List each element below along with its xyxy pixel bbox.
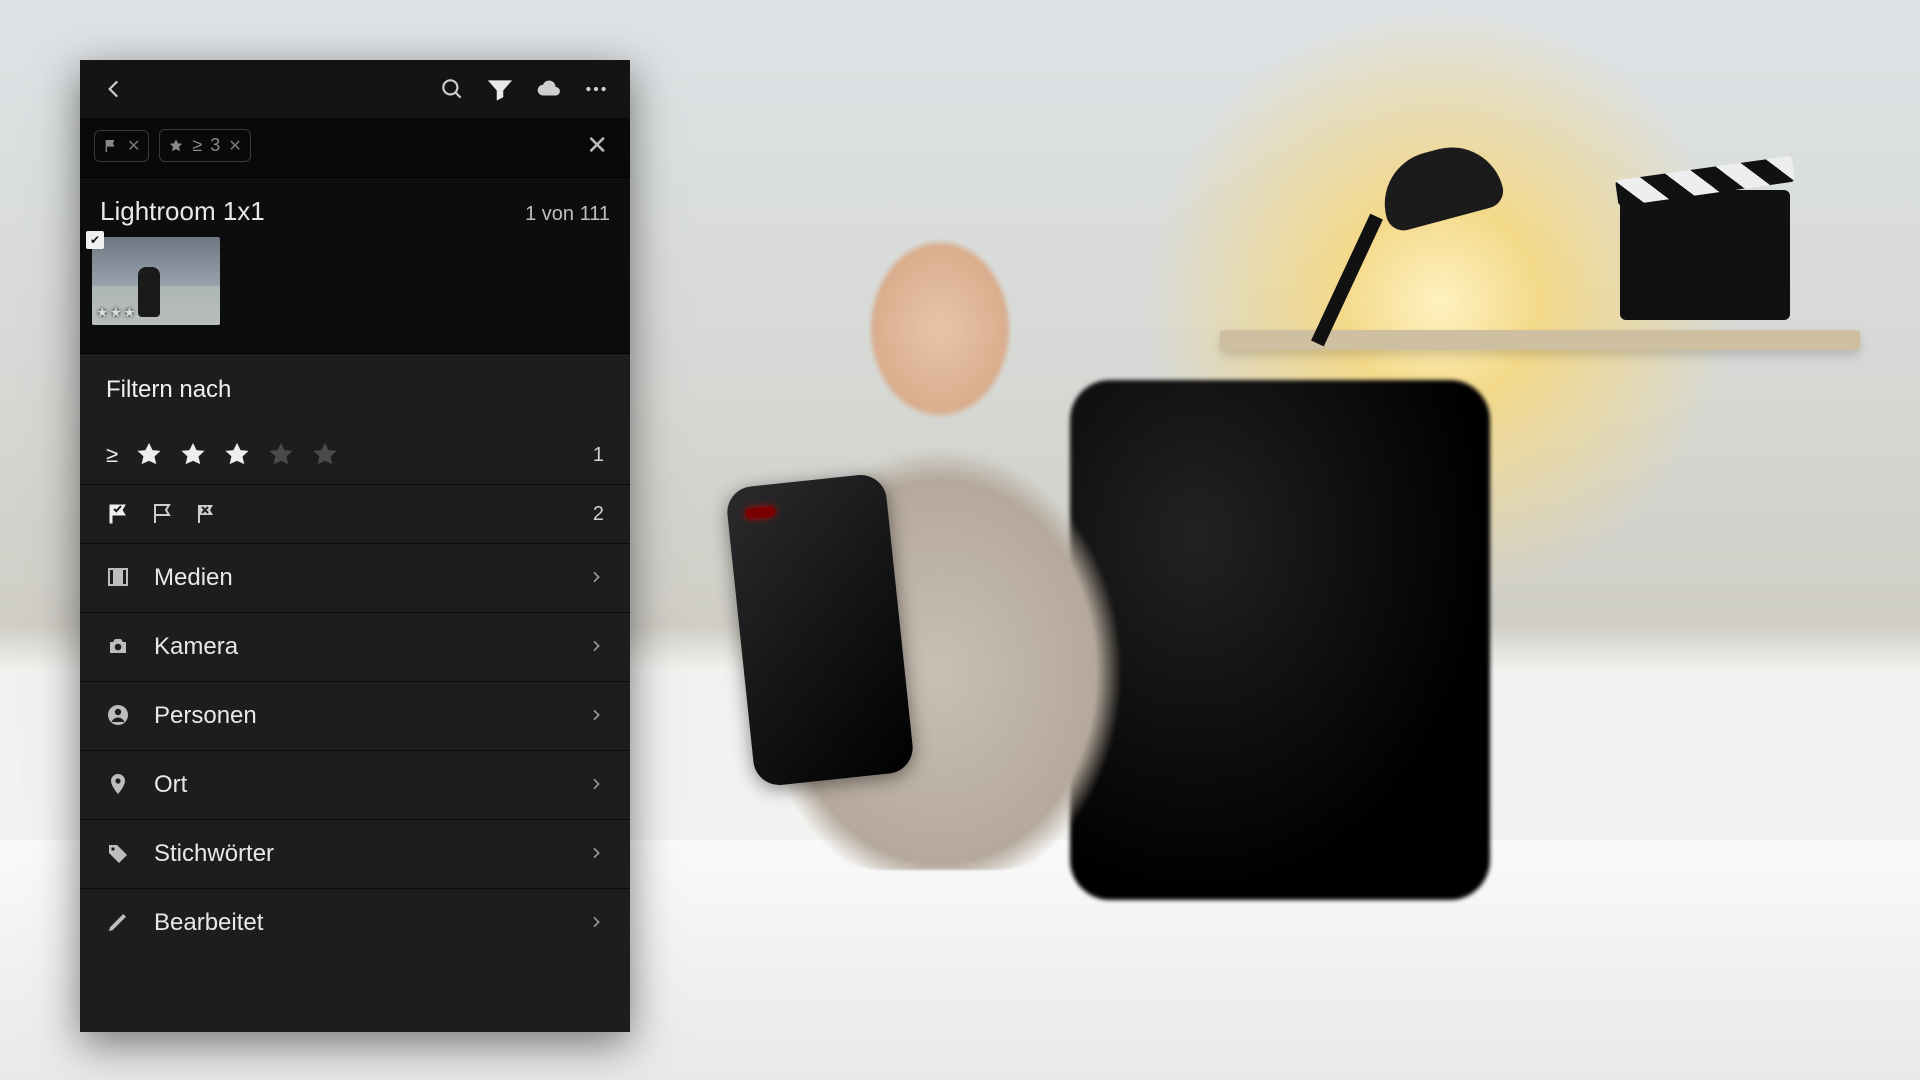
- chip-operator: ≥: [192, 135, 202, 156]
- filter-category-personen[interactable]: Personen: [80, 682, 630, 751]
- chevron-right-icon: [588, 910, 604, 936]
- more-horizontal-icon: [583, 76, 609, 102]
- filter-category-stichwoerter[interactable]: Stichwörter: [80, 820, 630, 889]
- chevron-right-icon: [588, 841, 604, 867]
- chip-remove-icon[interactable]: ✕: [228, 136, 241, 156]
- chevron-right-icon: [588, 703, 604, 729]
- flag-match-count: 2: [593, 503, 604, 526]
- cloud-icon: [535, 76, 561, 102]
- filter-chip-rating[interactable]: ≥ 3 ✕: [159, 129, 250, 162]
- category-label: Personen: [154, 702, 566, 730]
- flag-picked-toggle[interactable]: [106, 501, 132, 527]
- pencil-icon: [106, 910, 132, 936]
- lightroom-panel: ✕ ≥ 3 ✕ ✕ Lightroom 1x1 1 von 111 ✔ ★★★ …: [80, 60, 630, 1032]
- flag-unflagged-toggle[interactable]: [150, 501, 176, 527]
- star-2[interactable]: [180, 442, 206, 468]
- filter-sheet: ≥ 1 2 Medien: [80, 426, 630, 1032]
- photo-thumbnail[interactable]: ✔ ★★★: [92, 237, 220, 325]
- flag-outline-icon: [151, 502, 175, 526]
- person-icon: [106, 703, 132, 729]
- chevron-right-icon: [588, 565, 604, 591]
- star-4[interactable]: [268, 442, 294, 468]
- film-icon: [106, 565, 132, 591]
- camera-icon: [106, 634, 132, 660]
- flag-rejected-toggle[interactable]: [194, 501, 220, 527]
- back-button[interactable]: [94, 69, 134, 109]
- filter-category-medien[interactable]: Medien: [80, 544, 630, 613]
- rating-match-count: 1: [593, 444, 604, 467]
- rating-operator[interactable]: ≥: [106, 442, 118, 468]
- top-toolbar: [80, 60, 630, 118]
- album-count: 1 von 111: [525, 203, 610, 226]
- star-5[interactable]: [312, 442, 338, 468]
- star-3[interactable]: [224, 442, 250, 468]
- category-label: Medien: [154, 564, 566, 592]
- chevron-right-icon: [588, 634, 604, 660]
- film-clapperboard: [1620, 190, 1790, 320]
- clear-filters-button[interactable]: ✕: [578, 126, 616, 165]
- flag-icon: [103, 138, 119, 154]
- category-label: Kamera: [154, 633, 566, 661]
- pin-icon: [106, 772, 132, 798]
- filter-category-ort[interactable]: Ort: [80, 751, 630, 820]
- category-label: Ort: [154, 771, 566, 799]
- funnel-icon: [487, 76, 513, 102]
- active-filter-chipbar: ✕ ≥ 3 ✕ ✕: [80, 118, 630, 178]
- search-icon: [439, 76, 465, 102]
- flag-picked-icon: [107, 502, 131, 526]
- star-icon: [168, 138, 184, 154]
- album-header: Lightroom 1x1 1 von 111: [80, 178, 630, 237]
- album-title: Lightroom 1x1: [100, 196, 265, 227]
- filter-button[interactable]: [480, 69, 520, 109]
- search-button[interactable]: [432, 69, 472, 109]
- filter-chip-flag-picked[interactable]: ✕: [94, 130, 149, 162]
- filter-row-rating[interactable]: ≥ 1: [80, 426, 630, 485]
- flag-rejected-icon: [195, 502, 219, 526]
- filter-category-bearbeitet[interactable]: Bearbeitet: [80, 889, 630, 957]
- chip-remove-icon[interactable]: ✕: [127, 136, 140, 156]
- filter-category-kamera[interactable]: Kamera: [80, 613, 630, 682]
- thumbnail-subject: [138, 267, 160, 317]
- chevron-right-icon: [588, 772, 604, 798]
- tag-icon: [106, 841, 132, 867]
- star-1[interactable]: [136, 442, 162, 468]
- thumbnail-grid: ✔ ★★★: [80, 237, 630, 353]
- picked-badge-icon: ✔: [86, 231, 104, 249]
- category-label: Bearbeitet: [154, 909, 566, 937]
- filter-row-flags[interactable]: 2: [80, 485, 630, 544]
- more-button[interactable]: [576, 69, 616, 109]
- category-label: Stichwörter: [154, 840, 566, 868]
- filter-sheet-title: Filtern nach: [80, 353, 630, 426]
- chip-rating-value: 3: [210, 135, 220, 156]
- chevron-left-icon: [101, 76, 127, 102]
- cloud-sync-button[interactable]: [528, 69, 568, 109]
- smartphone-in-hands: [725, 472, 915, 787]
- thumbnail-rating: ★★★: [96, 304, 137, 321]
